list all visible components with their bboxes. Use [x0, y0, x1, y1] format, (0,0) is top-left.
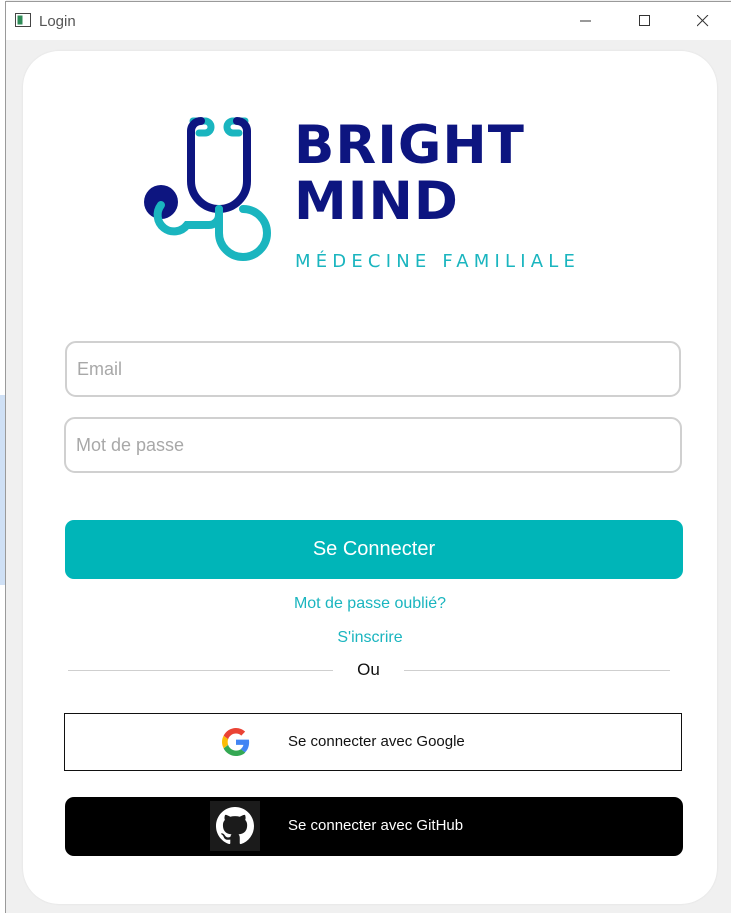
login-button[interactable]: Se Connecter — [65, 520, 683, 579]
maximize-icon — [639, 15, 650, 26]
divider-right — [404, 670, 670, 671]
email-input[interactable] — [65, 341, 681, 397]
divider-left — [68, 670, 333, 671]
maximize-button[interactable] — [616, 2, 674, 40]
brand-name-line1: BRIGHT — [294, 115, 525, 176]
brand-name-line2: MIND — [294, 171, 459, 232]
app-icon — [15, 13, 31, 27]
github-icon — [216, 807, 254, 845]
close-button[interactable] — [674, 2, 731, 40]
login-card: BRIGHT MIND MÉDECINE FAMILIALE Se Connec… — [23, 51, 717, 904]
close-icon — [697, 15, 709, 27]
google-icon — [222, 728, 250, 756]
github-icon-box — [210, 801, 260, 851]
github-login-label: Se connecter avec GitHub — [288, 817, 464, 834]
title-bar[interactable]: Login — [6, 2, 731, 40]
signup-link[interactable]: S'inscrire — [23, 629, 717, 647]
forgot-password-link[interactable]: Mot de passe oublié? — [23, 595, 717, 613]
github-login-button[interactable]: Se connecter avec GitHub — [65, 797, 683, 856]
minimize-button[interactable] — [557, 2, 615, 40]
window-title: Login — [39, 13, 76, 30]
login-window: Login BRIGHT MIND MÉDECINE FAMILIALE Ema… — [5, 1, 731, 913]
minimize-icon — [580, 20, 591, 22]
password-input[interactable] — [64, 417, 682, 473]
divider-or-label: Ou — [357, 660, 380, 679]
google-login-label: Se connecter avec Google — [288, 733, 465, 750]
brand-subtitle: MÉDECINE FAMILIALE — [295, 251, 581, 272]
google-login-button[interactable]: Se connecter avec Google — [64, 713, 682, 771]
